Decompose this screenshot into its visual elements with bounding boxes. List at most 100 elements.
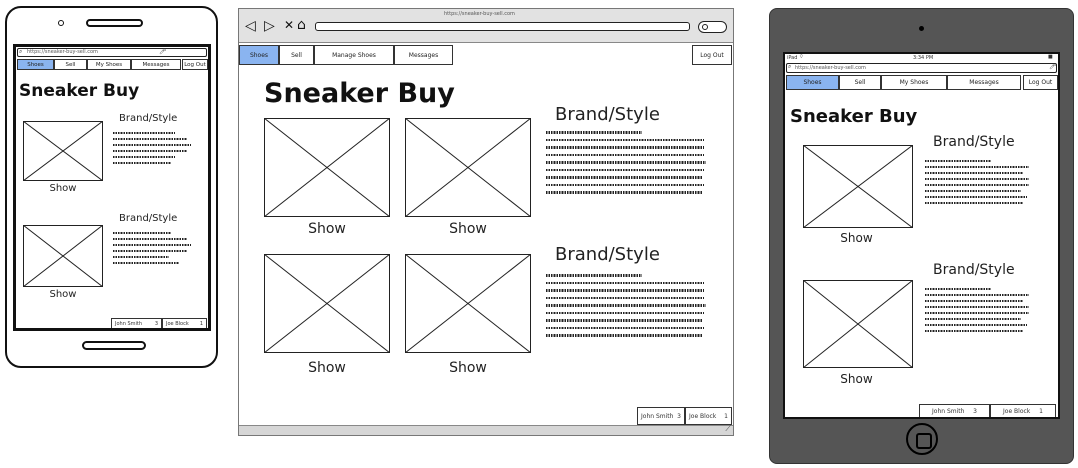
image-placeholder	[264, 254, 390, 353]
phone-mockup: ⌕ https://sneaker-buy-sell.com 🎤︎ Shoes …	[5, 6, 218, 368]
logout-button[interactable]: Log Out	[1023, 75, 1058, 90]
phone-home-button[interactable]	[82, 341, 146, 350]
logout-button[interactable]: Log Out	[692, 45, 732, 65]
brand-style-heading: Brand/Style	[555, 104, 660, 125]
image-placeholder	[405, 118, 531, 217]
tablet-screen: iPad ⌔ 3:34 PM ■ ⌕ https://sneaker-buy-s…	[783, 52, 1060, 419]
user-joe-block[interactable]: Joe Block 1	[162, 318, 207, 328]
address-bar[interactable]	[315, 22, 690, 31]
search-icon: ⌕	[19, 48, 23, 55]
browser-status-bar: ⟋	[239, 424, 733, 435]
phone-screen: ⌕ https://sneaker-buy-sell.com 🎤︎ Shoes …	[13, 44, 211, 331]
tablet-tab-bar: Shoes Sell My Shoes Messages	[786, 75, 1021, 90]
tab-sell[interactable]: Sell	[279, 45, 314, 65]
image-placeholder	[23, 225, 103, 287]
url-text: https://sneaker-buy-sell.com	[27, 49, 98, 55]
description-text	[113, 132, 191, 164]
wifi-icon: ⌔	[799, 54, 804, 60]
show-label[interactable]: Show	[264, 360, 390, 376]
search-icon: ⌕	[788, 63, 792, 70]
browser-mockup: https://sneaker-buy-sell.com ◁ ▷ ✕ ⌂ Sho…	[238, 8, 734, 436]
show-label[interactable]: Show	[23, 183, 103, 194]
brand-style-heading: Brand/Style	[555, 244, 660, 265]
user-footer: John Smith 3 Joe Block 1	[111, 318, 207, 328]
user-footer: John Smith 3 Joe Block 1	[637, 407, 732, 425]
tab-messages[interactable]: Messages	[394, 45, 453, 65]
message-count: 1	[199, 320, 203, 327]
user-john-smith[interactable]: John Smith 3	[637, 407, 685, 425]
phone-camera	[58, 20, 64, 26]
user-john-smith[interactable]: John Smith 3	[111, 318, 162, 328]
user-name: John Smith	[115, 320, 143, 327]
tablet-home-button[interactable]	[906, 423, 938, 455]
tab-sell[interactable]: Sell	[54, 59, 87, 70]
resize-grip-icon[interactable]: ⟋	[725, 424, 731, 434]
url-text: https://sneaker-buy-sell.com	[795, 65, 866, 71]
tab-messages[interactable]: Messages	[947, 75, 1021, 90]
search-icon	[702, 24, 708, 30]
back-icon[interactable]: ◁	[245, 19, 256, 33]
browser-chrome: https://sneaker-buy-sell.com ◁ ▷ ✕ ⌂	[239, 9, 733, 43]
carrier-text: iPad	[787, 55, 798, 61]
message-count: 3	[677, 412, 681, 420]
brand-style-heading: Brand/Style	[119, 213, 178, 224]
tab-my-shoes[interactable]: My Shoes	[881, 75, 947, 90]
battery-icon: ■	[1048, 54, 1053, 60]
logout-button[interactable]: Log Out	[182, 59, 208, 70]
brand-style-heading: Brand/Style	[933, 262, 1015, 278]
home-icon[interactable]: ⌂	[297, 18, 306, 32]
show-label[interactable]: Show	[405, 360, 531, 376]
message-count: 3	[973, 408, 977, 415]
clock-text: 3:34 PM	[913, 55, 934, 61]
tablet-camera	[919, 26, 924, 31]
description-text	[546, 131, 706, 194]
image-placeholder	[264, 118, 390, 217]
image-placeholder	[803, 280, 913, 368]
phone-speaker	[86, 19, 143, 27]
message-count: 1	[1039, 408, 1043, 415]
site-title: Sneaker Buy	[19, 81, 140, 101]
tab-manage-shoes[interactable]: Manage Shoes	[314, 45, 394, 65]
show-label[interactable]: Show	[803, 231, 910, 245]
user-joe-block[interactable]: Joe Block 1	[685, 407, 732, 425]
user-name: Joe Block	[1003, 408, 1031, 415]
show-label[interactable]: Show	[803, 372, 910, 386]
url-title-text: https://sneaker-buy-sell.com	[444, 11, 515, 17]
user-john-smith[interactable]: John Smith 3	[919, 404, 990, 417]
phone-tab-bar: Shoes Sell My Shoes Messages	[17, 59, 181, 70]
user-name: John Smith	[932, 408, 965, 415]
mic-icon: 🎤︎	[159, 48, 167, 55]
show-label[interactable]: Show	[23, 289, 103, 300]
image-placeholder	[405, 254, 531, 353]
description-text	[925, 160, 1029, 204]
site-title: Sneaker Buy	[790, 106, 918, 127]
image-placeholder	[803, 145, 913, 228]
user-name: Joe Block	[689, 412, 717, 420]
image-placeholder	[23, 121, 103, 181]
tab-my-shoes[interactable]: My Shoes	[87, 59, 131, 70]
user-name: Joe Block	[166, 320, 189, 327]
tab-shoes[interactable]: Shoes	[17, 59, 54, 70]
show-label[interactable]: Show	[405, 221, 531, 237]
message-count: 1	[724, 412, 728, 420]
tablet-mockup: iPad ⌔ 3:34 PM ■ ⌕ https://sneaker-buy-s…	[769, 8, 1074, 464]
tab-shoes[interactable]: Shoes	[239, 45, 279, 65]
tab-sell[interactable]: Sell	[839, 75, 881, 90]
user-name: John Smith	[641, 412, 674, 420]
tab-bar: Shoes Sell Manage Shoes Messages	[239, 45, 453, 65]
site-title: Sneaker Buy	[264, 78, 455, 109]
tab-messages[interactable]: Messages	[131, 59, 181, 70]
description-text	[546, 274, 706, 337]
show-label[interactable]: Show	[264, 221, 390, 237]
tab-shoes[interactable]: Shoes	[786, 75, 839, 90]
browser-viewport: Shoes Sell Manage Shoes Messages Log Out…	[239, 44, 733, 425]
brand-style-heading: Brand/Style	[119, 113, 178, 124]
forward-icon[interactable]: ▷	[264, 19, 275, 33]
description-text	[925, 288, 1029, 332]
stop-icon[interactable]: ✕	[284, 18, 294, 32]
brand-style-heading: Brand/Style	[933, 134, 1015, 150]
mic-icon: 🎤︎	[1049, 63, 1057, 70]
user-footer: John Smith 3 Joe Block 1	[919, 404, 1056, 417]
user-joe-block[interactable]: Joe Block 1	[990, 404, 1056, 417]
description-text	[113, 232, 191, 264]
